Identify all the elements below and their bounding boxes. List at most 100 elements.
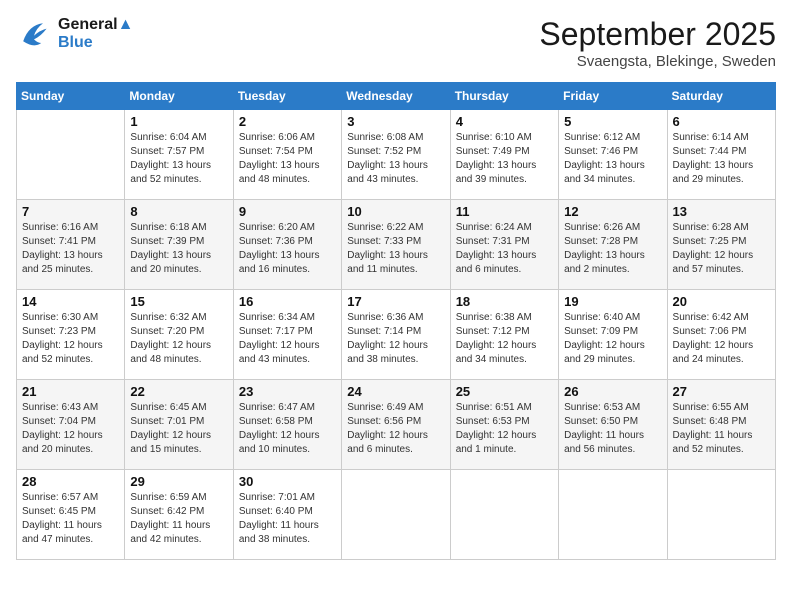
calendar-day-cell: 25Sunrise: 6:51 AMSunset: 6:53 PMDayligh… [450,380,558,470]
day-info-line: Sunset: 6:56 PM [347,416,421,427]
day-info-line: Sunset: 7:12 PM [456,326,530,337]
day-number: 30 [239,474,336,489]
day-number: 1 [130,114,227,129]
calendar-day-cell: 15Sunrise: 6:32 AMSunset: 7:20 PMDayligh… [125,290,233,380]
day-info-line: Daylight: 12 hours [347,340,428,351]
day-info-line: Sunrise: 6:34 AM [239,312,315,323]
day-info-line: Daylight: 12 hours [564,340,645,351]
day-info-line: Sunrise: 6:28 AM [673,222,749,233]
day-number: 11 [456,204,553,219]
logo-text: General▲ Blue [58,16,133,52]
day-info-line: Sunrise: 6:06 AM [239,132,315,143]
calendar-day-cell: 26Sunrise: 6:53 AMSunset: 6:50 PMDayligh… [559,380,667,470]
day-info-line: Sunset: 7:52 PM [347,146,421,157]
day-info-line: Sunrise: 6:14 AM [673,132,749,143]
calendar-day-cell: 2Sunrise: 6:06 AMSunset: 7:54 PMDaylight… [233,110,341,200]
day-info-line: Sunrise: 6:12 AM [564,132,640,143]
day-info-line: and 48 minutes. [239,174,310,185]
day-info-line: Sunset: 7:44 PM [673,146,747,157]
calendar-day-cell: 21Sunrise: 6:43 AMSunset: 7:04 PMDayligh… [17,380,125,470]
day-info-line: Sunset: 7:14 PM [347,326,421,337]
calendar-day-cell: 3Sunrise: 6:08 AMSunset: 7:52 PMDaylight… [342,110,450,200]
day-info: Sunrise: 6:18 AMSunset: 7:39 PMDaylight:… [130,221,227,277]
day-info-line: Sunrise: 6:59 AM [130,492,206,503]
day-number: 21 [22,384,119,399]
location: Svaengsta, Blekinge, Sweden [539,53,776,70]
day-info-line: Sunset: 7:23 PM [22,326,96,337]
day-info-line: Daylight: 11 hours [564,430,644,441]
calendar-day-cell: 24Sunrise: 6:49 AMSunset: 6:56 PMDayligh… [342,380,450,470]
day-info-line: and 6 minutes. [347,444,413,455]
day-info: Sunrise: 6:42 AMSunset: 7:06 PMDaylight:… [673,311,770,367]
day-info: Sunrise: 7:01 AMSunset: 6:40 PMDaylight:… [239,491,336,547]
day-info-line: Sunrise: 6:51 AM [456,402,532,413]
day-info-line: Daylight: 12 hours [130,430,211,441]
day-info-line: Daylight: 13 hours [239,160,320,171]
day-info-line: Sunset: 6:45 PM [22,506,96,517]
day-info-line: Sunrise: 6:10 AM [456,132,532,143]
calendar-day-cell [450,470,558,560]
day-info: Sunrise: 6:26 AMSunset: 7:28 PMDaylight:… [564,221,661,277]
calendar-day-cell: 18Sunrise: 6:38 AMSunset: 7:12 PMDayligh… [450,290,558,380]
day-info-line: Daylight: 12 hours [456,430,537,441]
day-info-line: Sunrise: 6:30 AM [22,312,98,323]
day-info-line: Daylight: 12 hours [673,340,754,351]
calendar-day-cell: 13Sunrise: 6:28 AMSunset: 7:25 PMDayligh… [667,200,775,290]
calendar-day-cell [17,110,125,200]
day-info-line: Sunrise: 6:36 AM [347,312,423,323]
day-info-line: Daylight: 11 hours [130,520,210,531]
calendar-day-cell: 17Sunrise: 6:36 AMSunset: 7:14 PMDayligh… [342,290,450,380]
day-info-line: and 29 minutes. [564,354,635,365]
calendar-day-cell: 19Sunrise: 6:40 AMSunset: 7:09 PMDayligh… [559,290,667,380]
day-info-line: and 42 minutes. [130,534,201,545]
day-info: Sunrise: 6:14 AMSunset: 7:44 PMDaylight:… [673,131,770,187]
day-info-line: and 15 minutes. [130,444,201,455]
day-info: Sunrise: 6:49 AMSunset: 6:56 PMDaylight:… [347,401,444,457]
day-info-line: Daylight: 13 hours [130,160,211,171]
day-info-line: and 57 minutes. [673,264,744,275]
calendar-day-cell: 22Sunrise: 6:45 AMSunset: 7:01 PMDayligh… [125,380,233,470]
day-number: 10 [347,204,444,219]
calendar-day-cell: 30 Sunrise: 7:01 AMSunset: 6:40 PMDayligh… [233,470,341,560]
calendar-day-cell: 28Sunrise: 6:57 AMSunset: 6:45 PMDayligh… [17,470,125,560]
day-info-line: Daylight: 12 hours [347,430,428,441]
calendar-day-cell: 27Sunrise: 6:55 AMSunset: 6:48 PMDayligh… [667,380,775,470]
day-info-line: and 11 minutes. [347,264,417,275]
day-info-line: Daylight: 13 hours [239,250,320,261]
day-info-line: Sunrise: 6:16 AM [22,222,98,233]
day-info-line: Sunrise: 6:38 AM [456,312,532,323]
day-info-line: Sunrise: 6:53 AM [564,402,640,413]
day-info-line: Sunset: 7:01 PM [130,416,204,427]
day-info: Sunrise: 6:24 AMSunset: 7:31 PMDaylight:… [456,221,553,277]
day-info-line: Sunrise: 6:43 AM [22,402,98,413]
calendar-day-cell [342,470,450,560]
day-info-line: and 39 minutes. [456,174,527,185]
day-info-line: Daylight: 12 hours [239,430,320,441]
day-info-line: Daylight: 12 hours [673,250,754,261]
day-info-line: and 34 minutes. [564,174,635,185]
day-info-line: Sunset: 7:25 PM [673,236,747,247]
day-info-line: and 38 minutes. [239,534,310,545]
day-info-line: Daylight: 13 hours [456,160,537,171]
weekday-header: Thursday [450,83,558,110]
day-info: Sunrise: 6:30 AMSunset: 7:23 PMDaylight:… [22,311,119,367]
day-info: Sunrise: 6:22 AMSunset: 7:33 PMDaylight:… [347,221,444,277]
day-number: 7 [22,204,119,219]
day-info: Sunrise: 6:34 AMSunset: 7:17 PMDaylight:… [239,311,336,367]
day-info-line: Daylight: 13 hours [564,160,645,171]
day-number: 2 [239,114,336,129]
day-info-line: and 52 minutes. [130,174,201,185]
day-info-line: Sunrise: 6:57 AM [22,492,98,503]
day-info-line: Daylight: 13 hours [564,250,645,261]
day-info-line: Sunrise: 6:55 AM [673,402,749,413]
day-info-line: and 20 minutes. [130,264,201,275]
day-info-line: Daylight: 12 hours [130,340,211,351]
day-info: Sunrise: 6:47 AMSunset: 6:58 PMDaylight:… [239,401,336,457]
calendar-day-cell: 5Sunrise: 6:12 AMSunset: 7:46 PMDaylight… [559,110,667,200]
day-number: 9 [239,204,336,219]
day-info: Sunrise: 6:10 AMSunset: 7:49 PMDaylight:… [456,131,553,187]
weekday-header: Monday [125,83,233,110]
day-info-line: Sunset: 7:04 PM [22,416,96,427]
calendar-day-cell: 12Sunrise: 6:26 AMSunset: 7:28 PMDayligh… [559,200,667,290]
calendar-week-row: 1Sunrise: 6:04 AMSunset: 7:57 PMDaylight… [17,110,776,200]
